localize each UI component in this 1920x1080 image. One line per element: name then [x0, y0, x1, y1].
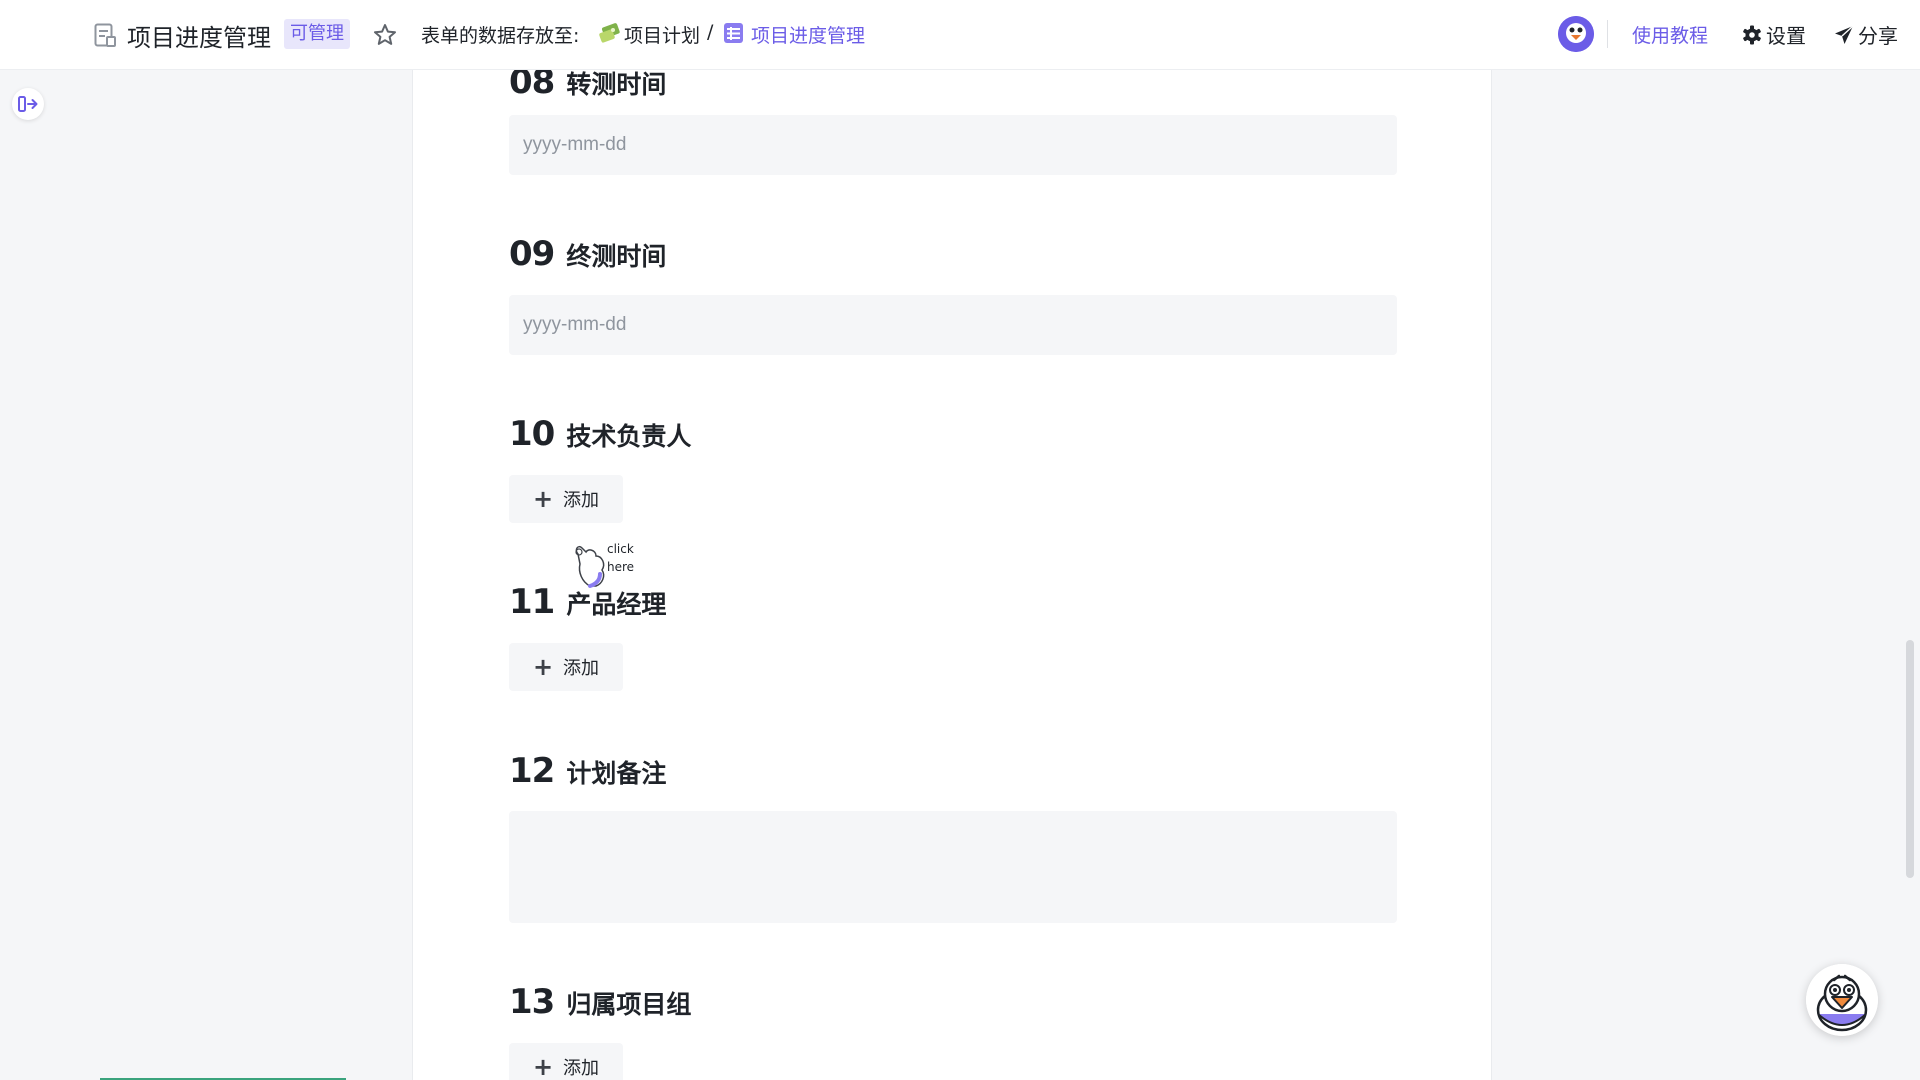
add-label: 添加: [563, 490, 600, 511]
tech-lead-add-button[interactable]: + 添加: [509, 475, 623, 523]
top-header: 项目进度管理 可管理 表单的数据存放至: 项目计划 / 项目进度管理 使用教程: [0, 0, 1920, 70]
page-title: 项目进度管理: [127, 24, 271, 52]
add-label: 添加: [563, 1058, 600, 1079]
question-number: 12: [509, 751, 555, 791]
question-label: 产品经理: [566, 590, 667, 619]
share-button[interactable]: 分享: [1834, 20, 1898, 49]
question-08-heading: 08 转测时间: [509, 70, 666, 102]
breadcrumb-separator: /: [707, 21, 714, 43]
scrollbar-thumb[interactable]: [1906, 640, 1914, 878]
breadcrumb-current[interactable]: 项目进度管理: [751, 21, 865, 48]
transfer-test-date-input[interactable]: [509, 115, 1397, 175]
question-12-heading: 12 计划备注: [509, 751, 666, 791]
star-icon[interactable]: [372, 22, 398, 48]
send-icon: [1835, 24, 1854, 44]
question-label: 终测时间: [566, 242, 667, 271]
question-11-heading: 11 产品经理: [509, 582, 666, 622]
sidebar-expand-icon: [18, 96, 38, 112]
question-number: 10: [509, 414, 555, 454]
mascot-icon: [1806, 964, 1878, 1036]
storage-label: 表单的数据存放至:: [421, 25, 580, 47]
project-group-add-button[interactable]: + 添加: [509, 1043, 623, 1080]
share-label: 分享: [1858, 24, 1898, 48]
question-label: 计划备注: [566, 759, 667, 788]
question-label: 转测时间: [566, 70, 667, 99]
breadcrumb-folder[interactable]: 项目计划: [624, 21, 700, 48]
question-number: 08: [509, 70, 555, 102]
folder-icon: [599, 23, 620, 43]
plan-notes-textarea[interactable]: [509, 811, 1397, 923]
form-card: 08 转测时间 09 终测时间 10 技术负责人 + 添加 11 产品经理 + …: [412, 70, 1492, 1080]
question-10-heading: 10 技术负责人: [509, 414, 691, 454]
header-divider: [1607, 20, 1608, 48]
assistant-mascot-button[interactable]: [1806, 964, 1878, 1036]
question-13-heading: 13 归属项目组: [509, 982, 691, 1022]
plus-icon: +: [532, 485, 554, 513]
question-number: 09: [509, 234, 555, 274]
avatar[interactable]: [1558, 16, 1594, 52]
question-label: 归属项目组: [566, 990, 692, 1019]
tutorial-link[interactable]: 使用教程: [1632, 21, 1708, 48]
final-test-date-input[interactable]: [509, 295, 1397, 355]
document-icon: [94, 23, 116, 47]
table-icon: [724, 23, 743, 43]
add-label: 添加: [563, 658, 600, 679]
question-number: 13: [509, 982, 555, 1022]
plus-icon: +: [532, 653, 554, 681]
permission-badge: 可管理: [284, 19, 350, 49]
gear-icon: [1743, 25, 1761, 44]
settings-label: 设置: [1766, 24, 1806, 48]
plus-icon: +: [532, 1053, 554, 1080]
question-09-heading: 09 终测时间: [509, 234, 666, 274]
question-number: 11: [509, 582, 555, 622]
question-label: 技术负责人: [566, 422, 692, 451]
avatar-image: [1558, 16, 1594, 52]
settings-button[interactable]: 设置: [1742, 20, 1806, 49]
sidebar-toggle-button[interactable]: [12, 88, 44, 120]
product-manager-add-button[interactable]: + 添加: [509, 643, 623, 691]
